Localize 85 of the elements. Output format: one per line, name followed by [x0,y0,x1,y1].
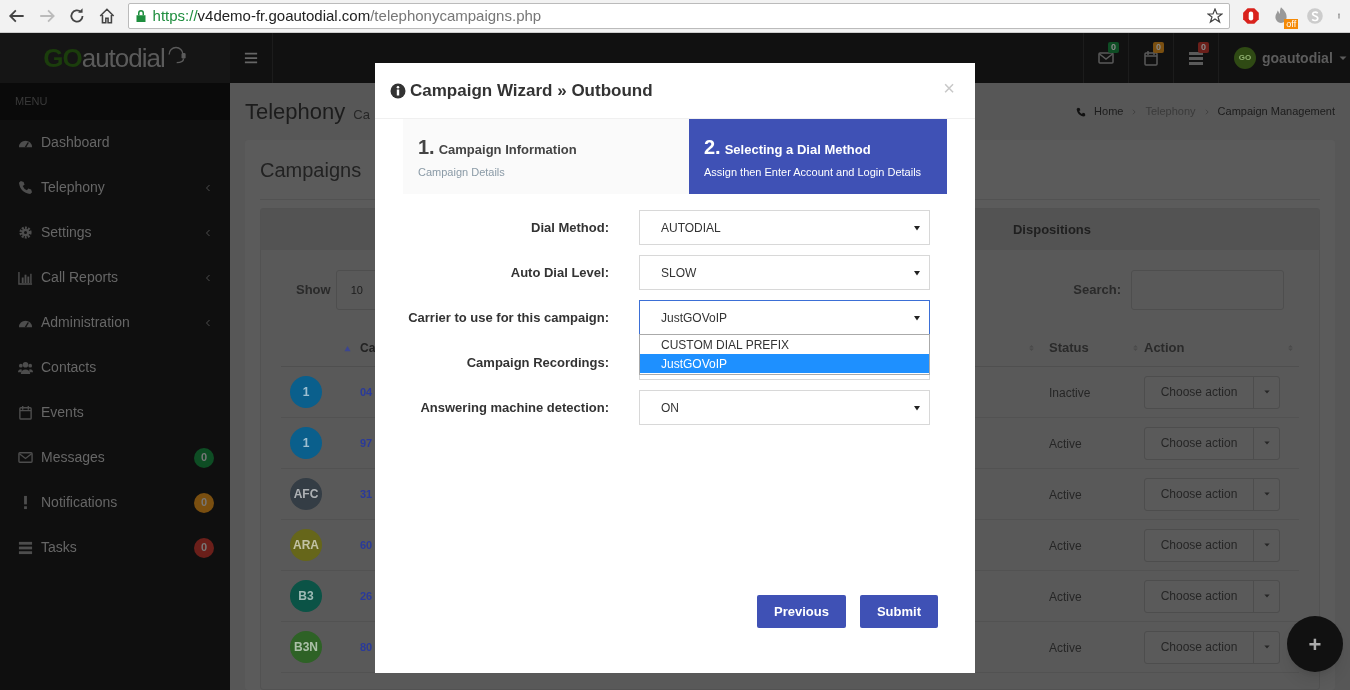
sidebar-item[interactable]: Telephony [0,165,230,210]
user-avatar: GO [1234,47,1256,69]
calendar-icon [1143,50,1159,66]
menu-icon[interactable] [244,51,258,65]
caret-icon [913,313,921,322]
avatar: B3 [290,580,322,612]
gear-icon [18,225,33,240]
breadcrumb-link[interactable]: Home [1094,103,1124,120]
phone-icon [1076,106,1087,117]
wizard-step[interactable]: 1. Campaign Information Campaign Details [403,119,689,194]
step-title: Selecting a Dial Method [724,141,871,159]
caret-icon [1262,542,1271,548]
tasks-icon [18,540,33,555]
wizard-button[interactable]: Previous [757,595,846,628]
close-button[interactable]: × [943,73,955,103]
caret-icon [913,268,921,277]
caret-icon [1262,644,1271,650]
count-badge: 0 [194,447,214,468]
sidebar-item[interactable]: Tasks 0 [0,525,230,570]
field-label: Carrier to use for this campaign: [407,308,609,327]
users-icon [18,360,33,375]
bar-chart-icon [18,270,33,285]
avatar: 1 [290,376,322,408]
forward-icon[interactable] [37,7,56,25]
count-badge: 0 [1153,42,1164,53]
avatar: AFC [290,478,322,510]
sidebar-item[interactable]: Notifications 0 [0,480,230,525]
select-field[interactable]: AUTODIAL [639,210,930,245]
field-label: Auto Dial Level: [509,263,609,282]
caret-icon [1262,491,1271,497]
select-field[interactable]: ON [639,390,930,425]
extension-badge: off [1284,19,1299,29]
address-bar[interactable]: https://v4demo-fr.goautodial.com/telephonycampaigns.php [127,3,1231,29]
sidebar-item[interactable]: Events [0,390,230,435]
modal-title: Campaign Wizard » Outbound [410,79,654,102]
phone-icon [18,180,33,195]
dropdown-option[interactable]: JustGOVoIP [640,354,929,373]
step-title: Campaign Information [438,141,577,159]
caret-icon [1338,54,1347,62]
step-number: 1. [418,137,435,157]
caret-icon [1262,440,1271,446]
avatar: ARA [290,529,322,561]
step-number: 2. [704,137,721,157]
star-icon[interactable] [1207,8,1224,24]
step-subtitle: Assign then Enter Account and Login Details [704,164,923,180]
reload-icon[interactable] [67,7,86,25]
dropdown-option[interactable]: CUSTOM DIAL PREFIX [640,335,929,354]
sidebar-item[interactable]: Administration [0,300,230,345]
avatar: B3N [290,631,322,663]
lock-icon [134,10,147,22]
column-header[interactable]: Ca [360,339,376,357]
card-title: Campaigns [260,157,362,183]
home-icon[interactable] [97,7,116,25]
count-badge: 0 [1198,42,1209,53]
sidebar-item[interactable]: Call Reports [0,255,230,300]
field-label: Dial Method: [530,218,609,237]
info-icon [390,82,406,99]
sidebar-item[interactable]: Settings [0,210,230,255]
step-subtitle: Campaign Details [418,164,506,180]
count-badge: 0 [194,537,214,558]
stop-hand-icon[interactable] [1242,7,1261,25]
skype-icon[interactable] [1306,7,1325,25]
field-label: Campaign Recordings: [465,353,609,372]
calendar-icon [18,405,33,420]
url-text: https://v4demo-fr.goautodial.com/telephonycampaigns.php [152,5,543,26]
sidebar-item[interactable]: Dashboard [0,120,230,165]
select-field[interactable]: SLOW [639,255,930,290]
mail-icon [18,450,33,465]
sidebar-item[interactable]: Messages 0 [0,435,230,480]
caret-icon [1262,389,1271,395]
avatar: 1 [290,427,322,459]
user-name: goautodial [1262,48,1333,68]
caret-icon [913,403,921,412]
page-title: Telephony [245,98,346,126]
wizard-button[interactable]: Submit [859,595,938,628]
count-badge: 0 [194,492,214,513]
back-icon[interactable] [8,7,26,25]
count-badge: 0 [1108,42,1119,53]
caret-icon [1262,593,1271,599]
mail-icon [1098,50,1114,66]
caret-icon [913,223,921,232]
wizard-step[interactable]: 2. Selecting a Dial Method Assign then Enter Account and Login Details [689,119,947,194]
sidebar-item[interactable]: Contacts [0,345,230,390]
field-label: Answering machine detection: [419,398,609,417]
tasks-icon [1188,50,1204,66]
